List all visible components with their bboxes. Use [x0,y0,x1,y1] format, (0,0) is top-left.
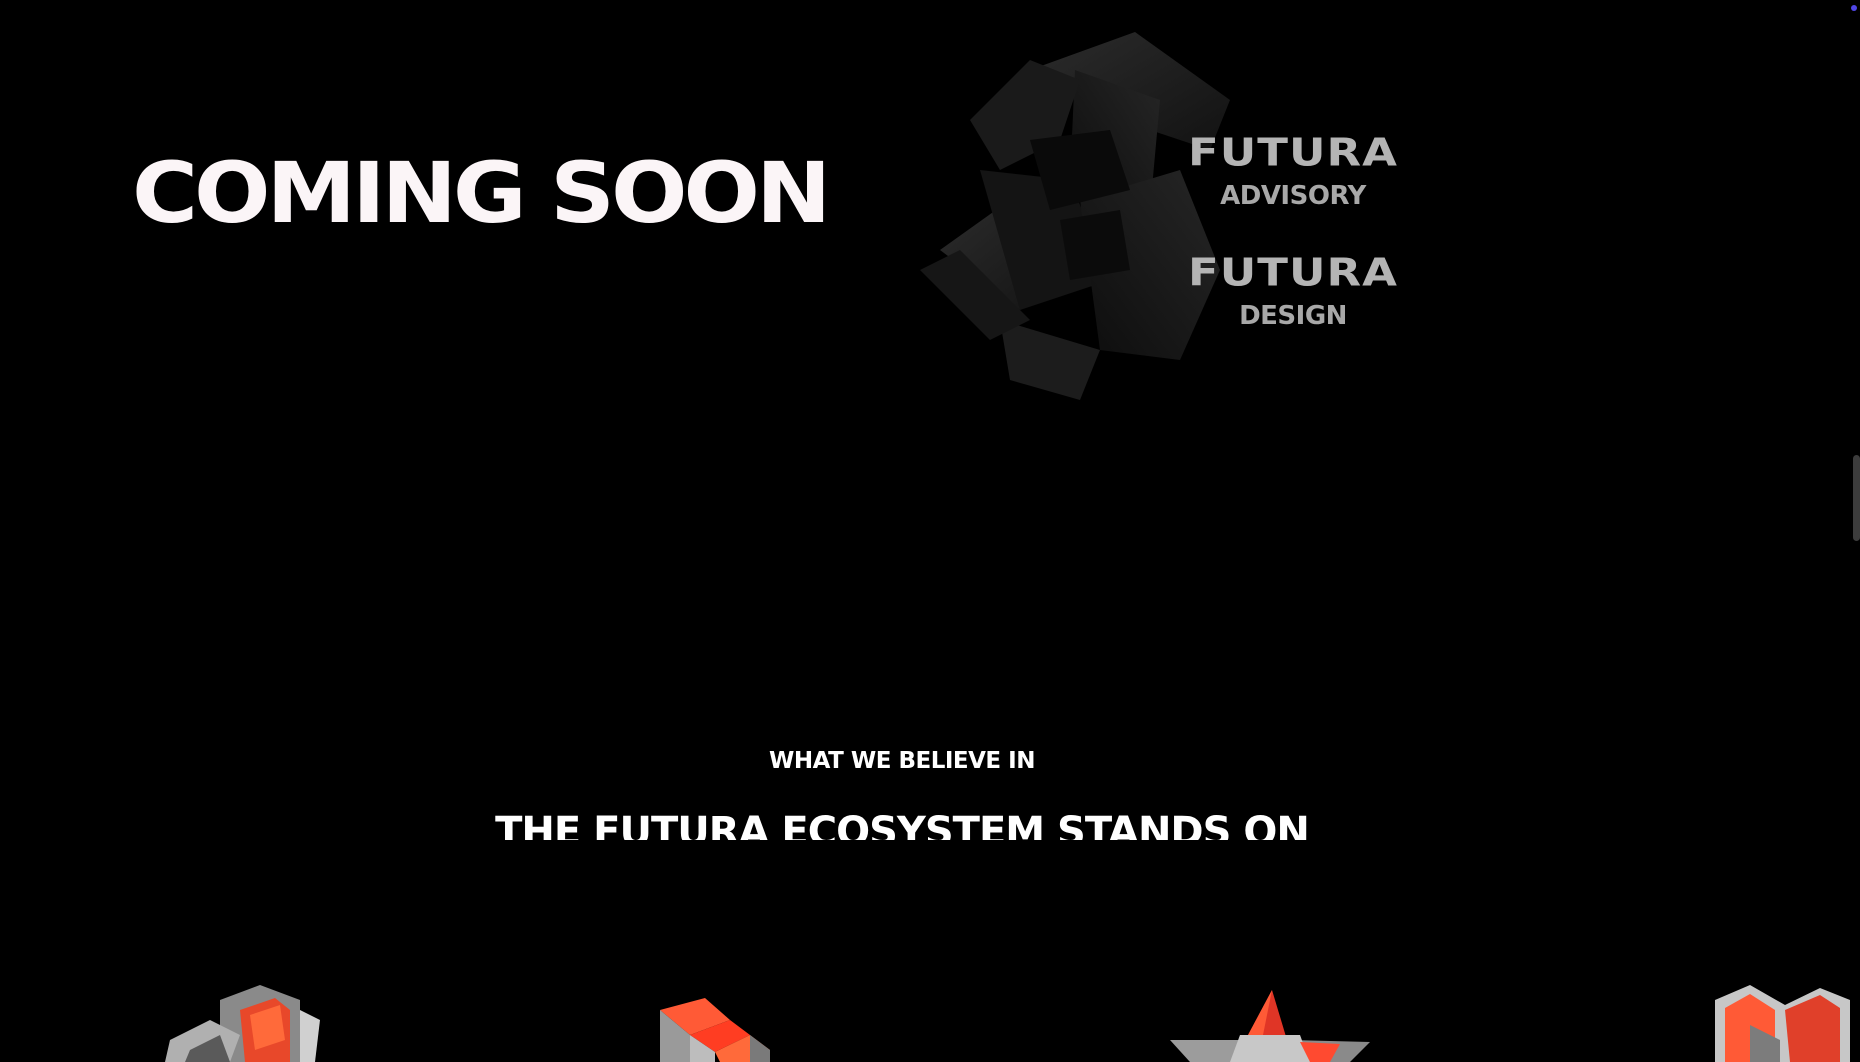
landing-page: COMING SOON FUTURA ADVISORY FUTURA DESIG… [0,0,1860,1062]
coming-soon-title: COMING SOON [132,144,831,243]
brand-name: FUTURA [1188,249,1398,296]
cube-cluster-icon [165,985,320,1062]
section-eyebrow: WHAT WE BELIEVE IN [769,748,1035,774]
scrollbar-thumb[interactable] [1853,455,1860,541]
futura-3d-logo-icon [920,32,1230,400]
stacked-blocks-icon [660,998,770,1062]
brand-division: DESIGN [1239,301,1347,331]
section-headline: THE FUTURA ECOSYSTEM STANDS ON [495,809,1310,840]
brand-futura-design[interactable]: FUTURA DESIGN [1150,250,1436,329]
indicator-dot-icon [1851,5,1857,11]
brand-name: FUTURA [1188,129,1398,176]
m-shape-icon [1715,985,1850,1062]
section-headline-mask: THE FUTURA ECOSYSTEM STANDS ON [0,800,1804,840]
brand-division: ADVISORY [1220,181,1366,211]
star-icon [1170,990,1370,1062]
brand-futura-advisory[interactable]: FUTURA ADVISORY [1150,130,1436,209]
